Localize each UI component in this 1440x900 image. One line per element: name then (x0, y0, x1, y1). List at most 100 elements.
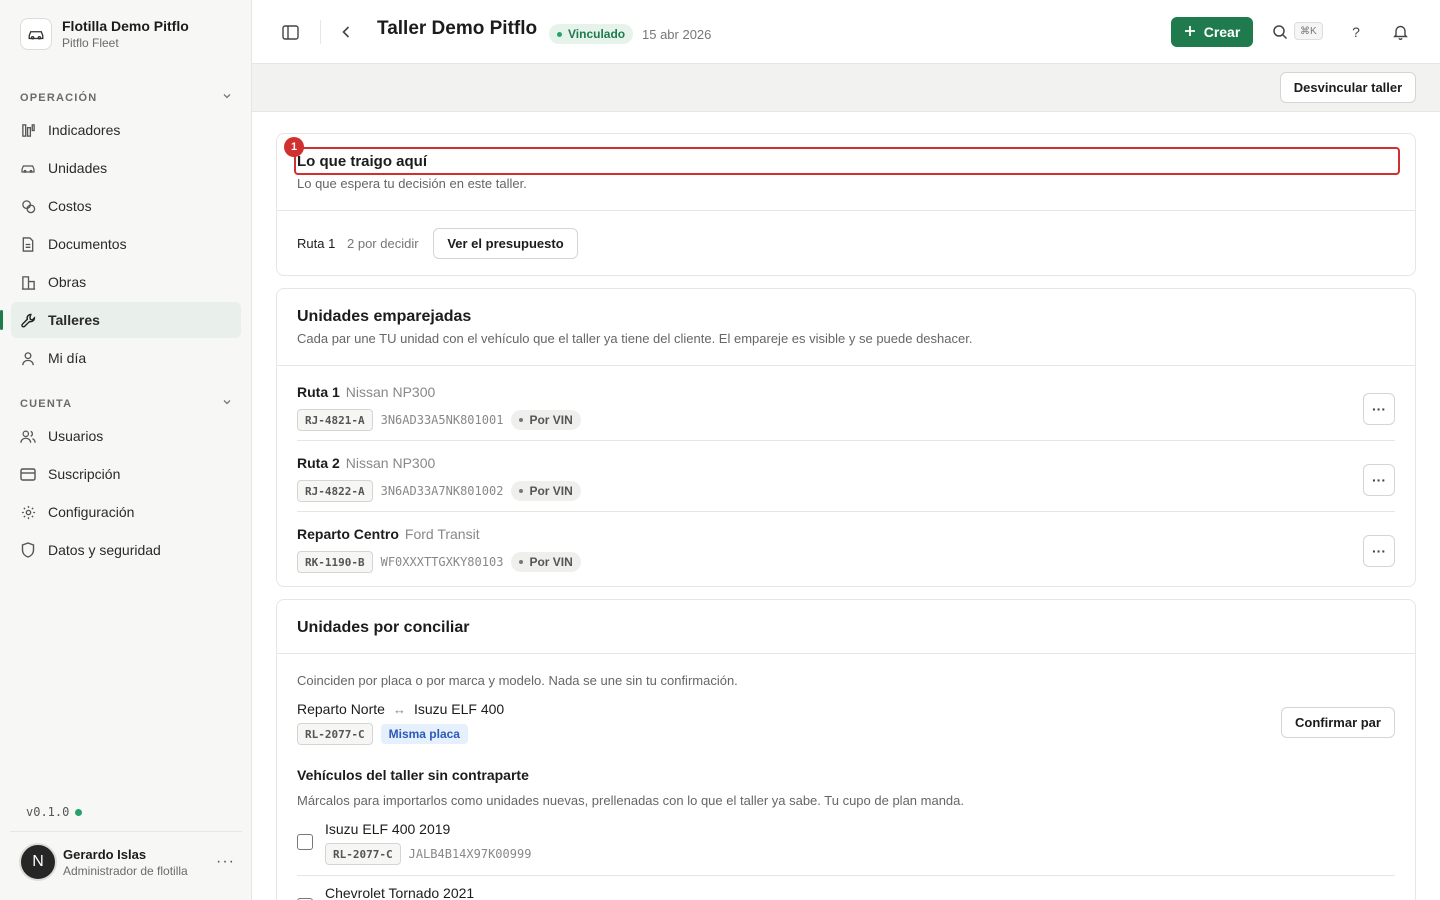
sidebar-item-label: Unidades (48, 160, 108, 176)
sidebar-item-suscripcion[interactable]: Suscripción (11, 456, 241, 492)
vin-label: 3N6AD33A5NK801001 (380, 413, 504, 427)
shield-icon (20, 542, 36, 558)
vin-label: WF0XXXTTGXKY80103 (380, 555, 504, 569)
orphans-description: Márcalos para importarlos como unidades … (297, 793, 965, 808)
match-badge: Por VIN (511, 552, 581, 572)
match-reason-badge: Misma placa (380, 724, 468, 744)
plate-badge: RJ-4821-A (297, 409, 373, 431)
paired-title: Unidades emparejadas (297, 308, 472, 325)
nav-operacion: Indicadores Unidades Costos Documentos O… (0, 112, 241, 378)
user-icon (20, 350, 36, 366)
confirm-pair-button[interactable]: Confirmar par (1281, 707, 1395, 738)
plate-badge: RK-1190-B (297, 551, 373, 573)
section-cuenta[interactable]: CUENTA (20, 397, 232, 410)
brand-title: Flotilla Demo Pitflo (62, 18, 189, 34)
sidebar-item-usuarios[interactable]: Usuarios (11, 418, 241, 454)
sidebar-item-unidades[interactable]: Unidades (11, 150, 241, 186)
section-operacion[interactable]: OPERACIÓN (20, 91, 232, 104)
status-label: Vinculado (568, 27, 626, 41)
unit-name: Reparto Centro (297, 526, 399, 542)
chevron-down-icon (222, 91, 232, 104)
brand[interactable]: Flotilla Demo Pitflo Pitflo Fleet (20, 18, 189, 50)
divider (277, 653, 1415, 654)
vin-label: JALB4B14X97K00999 (408, 847, 532, 861)
create-button-label: Crear (1203, 24, 1241, 40)
highlight-box (294, 147, 1400, 175)
row-more-button[interactable]: ··· (1363, 535, 1395, 567)
user-menu[interactable]: N Gerardo Islas Administrador de flotill… (19, 843, 235, 881)
view-quote-button[interactable]: Ver el presupuesto (433, 228, 578, 259)
back-icon[interactable] (336, 22, 356, 42)
search-icon[interactable] (1270, 22, 1290, 42)
gear-icon (20, 504, 36, 520)
sidebar-item-label: Indicadores (48, 122, 121, 138)
sidebar-item-costos[interactable]: Costos (11, 188, 241, 224)
sidebar-item-datos-seguridad[interactable]: Datos y seguridad (11, 532, 241, 568)
version-label: v0.1.0 (26, 805, 70, 819)
orphan-name: Isuzu ELF 400 2019 (325, 821, 451, 837)
sidebar-item-label: Suscripción (48, 466, 121, 482)
sidebar-toggle-icon[interactable] (280, 22, 300, 42)
unit-model: Ford Transit (404, 526, 480, 542)
car-icon (20, 18, 52, 50)
pending-description: Lo que espera tu decisión en este taller… (297, 176, 527, 191)
sidebar-item-mi-dia[interactable]: Mi día (11, 340, 241, 376)
sidebar-item-label: Costos (48, 198, 92, 214)
bell-icon[interactable] (1390, 22, 1410, 42)
unlink-workshop-button[interactable]: Desvincular taller (1280, 72, 1416, 103)
list-item: Isuzu ELF 400 2019 RL-2077-C JALB4B14X97… (297, 816, 1395, 874)
avatar: N (19, 843, 57, 881)
plate-badge: RJ-4822-A (297, 480, 373, 502)
divider (297, 440, 1395, 441)
match-badge: Por VIN (511, 410, 581, 430)
list-item: Chevrolet Tornado 2021 (297, 876, 1395, 900)
sidebar-item-talleres[interactable]: Talleres (0, 302, 241, 338)
candidate-meta: RL-2077-C Misma placa (297, 723, 468, 745)
row-more-button[interactable]: ··· (1363, 393, 1395, 425)
user-role: Administrador de flotilla (63, 863, 188, 878)
create-button[interactable]: Crear (1171, 17, 1253, 47)
divider (277, 210, 1415, 211)
list-item: Reparto Centro Ford Transit RK-1190-B WF0… (297, 513, 1395, 584)
candidate-unit: Reparto Norte (297, 701, 385, 717)
match-badge: Por VIN (511, 481, 581, 501)
sidebar-item-label: Documentos (48, 236, 127, 252)
plus-icon (1184, 24, 1196, 40)
unit-model: Nissan NP300 (345, 455, 436, 471)
sidebar-item-configuracion[interactable]: Configuración (11, 494, 241, 530)
unit-model: Nissan NP300 (345, 384, 436, 400)
help-icon[interactable]: ? (1346, 22, 1366, 42)
nav-cuenta: Usuarios Suscripción Configuración Datos… (11, 418, 241, 570)
topbar: Taller Demo Pitflo Vinculado 15 abr 2026… (252, 0, 1440, 64)
import-checkbox[interactable] (297, 834, 313, 850)
list-item: Ruta 1 Nissan NP300 RJ-4821-A 3N6AD33A5NK… (297, 371, 1395, 442)
divider (297, 511, 1395, 512)
reconcile-card: Unidades por conciliar Coinciden por pla… (276, 599, 1416, 900)
more-icon[interactable]: ··· (216, 853, 235, 871)
pending-card: 1 Lo que traigo aquí Lo que espera tu de… (276, 133, 1416, 276)
sidebar-item-obras[interactable]: Obras (11, 264, 241, 300)
reconcile-description: Coinciden por placa o por marca y modelo… (297, 673, 738, 688)
unit-name: Ruta 2 (297, 455, 340, 471)
coins-icon (20, 198, 36, 214)
plate-badge: RL-2077-C (297, 723, 373, 745)
divider (277, 365, 1415, 366)
car-icon (20, 160, 36, 176)
sidebar-item-label: Mi día (48, 350, 87, 366)
sidebar-item-documentos[interactable]: Documentos (11, 226, 241, 262)
vin-label: 3N6AD33A7NK801002 (380, 484, 504, 498)
reconcile-title: Unidades por conciliar (297, 619, 470, 636)
pending-count: 2 por decidir (347, 236, 419, 251)
row-more-button[interactable]: ··· (1363, 464, 1395, 496)
pending-route: Ruta 1 (297, 236, 336, 251)
building-icon (20, 274, 36, 290)
paired-description: Cada par une TU unidad con el vehículo q… (297, 331, 973, 346)
pending-title: Lo que traigo aquí (297, 153, 427, 170)
section-operacion-label: OPERACIÓN (20, 91, 98, 104)
list-item: Ruta 2 Nissan NP300 RJ-4822-A 3N6AD33A7NK… (297, 442, 1395, 513)
status-dot (75, 808, 83, 816)
status-dot (557, 31, 562, 37)
sidebar-item-indicadores[interactable]: Indicadores (11, 112, 241, 148)
sidebar: Flotilla Demo Pitflo Pitflo Fleet OPERAC… (0, 0, 252, 900)
user-name: Gerardo Islas (63, 846, 147, 862)
